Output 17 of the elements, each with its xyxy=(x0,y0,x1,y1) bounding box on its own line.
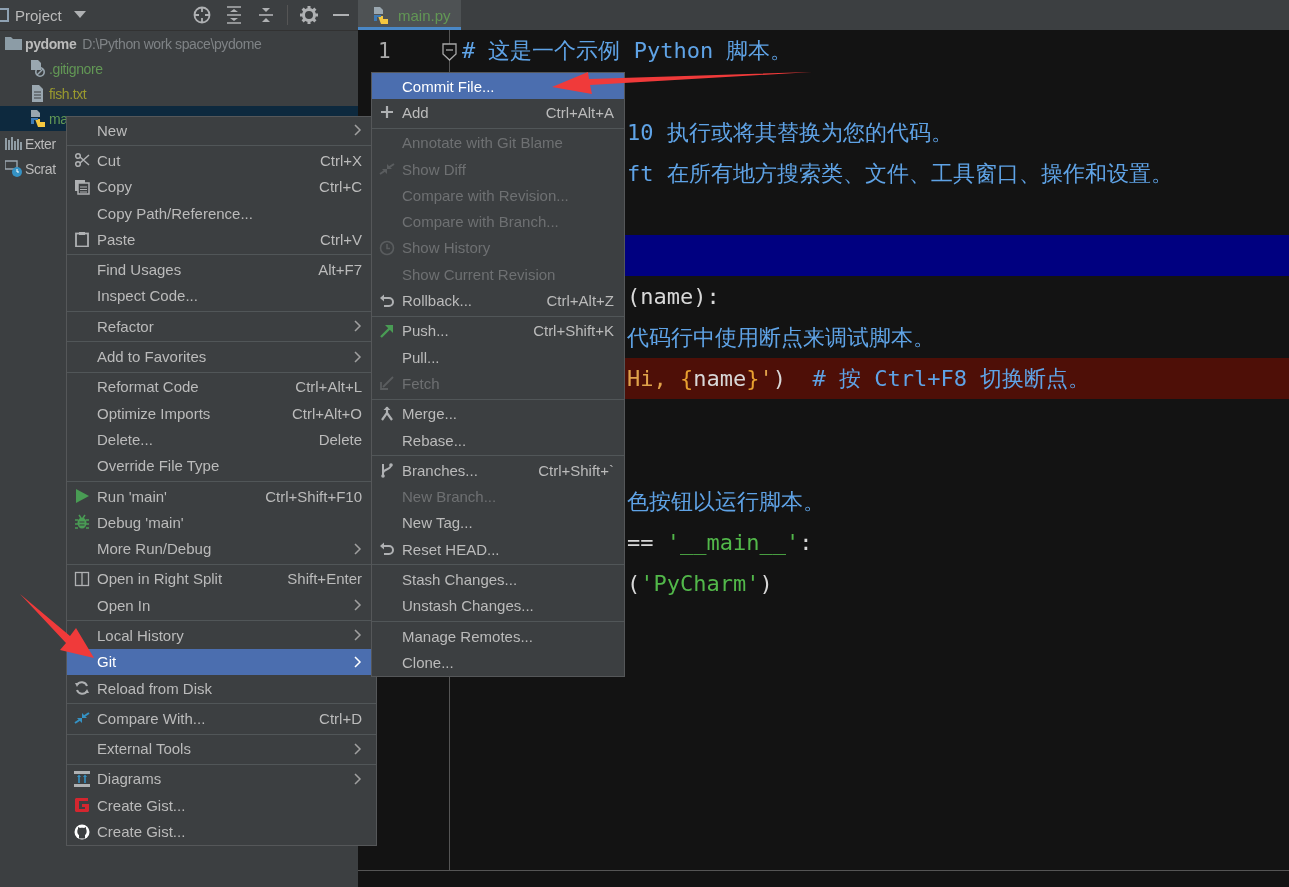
code-line: # 这是一个示例 Python 脚本。 xyxy=(462,36,793,65)
code-line: Hi, {name}') # 按 Ctrl+F8 切换断点。 xyxy=(627,364,1091,393)
code-line: 色按钮以运行脚本。 xyxy=(627,487,825,516)
file-name: .gitignore xyxy=(49,60,103,77)
code-line: ft 在所有地方搜索类、文件、工具窗口、操作和设置。 xyxy=(627,159,1173,188)
file-name: fish.txt xyxy=(49,85,87,102)
panel-title: Project xyxy=(15,6,62,24)
file-name: pydome xyxy=(25,35,77,52)
line-number: 1 xyxy=(378,38,391,63)
code-line: == '__main__': xyxy=(627,530,813,555)
code-line: 10 执行或将其替换为您的代码。 xyxy=(627,118,953,147)
folder-path: D:\Python work space\pydome xyxy=(82,35,262,52)
code-line: ('PyCharm') xyxy=(627,571,773,596)
file-name: Scrat xyxy=(25,160,56,177)
code-line: 代码行中使用断点来调试脚本。 xyxy=(627,323,935,352)
code-line: (name): xyxy=(627,284,720,309)
file-name: Exter xyxy=(25,135,56,152)
